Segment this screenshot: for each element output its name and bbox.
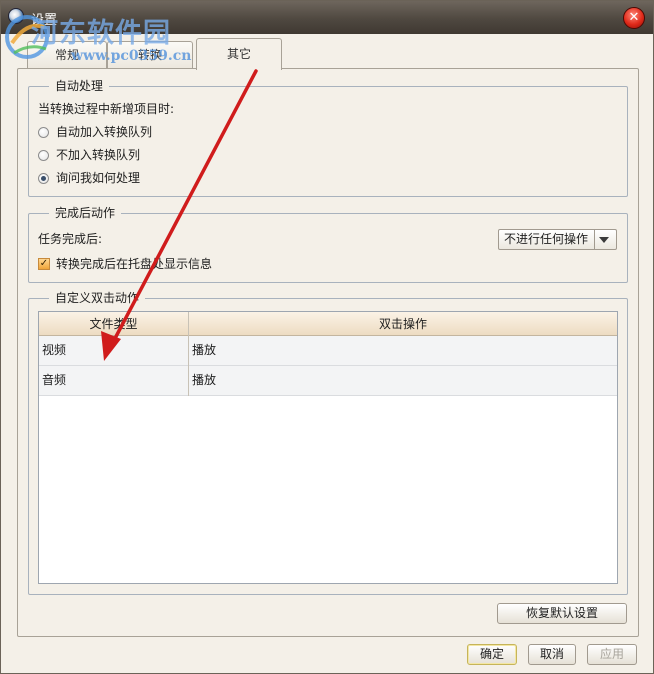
apply-button: 应用 xyxy=(587,644,637,665)
cancel-button[interactable]: 取消 xyxy=(528,644,576,665)
column-header-file-type[interactable]: 文件类型 xyxy=(39,312,188,336)
radio-ask-me-label[interactable]: 询问我如何处理 xyxy=(56,171,140,186)
title-bar[interactable]: 设置 ✕ xyxy=(1,1,653,34)
radio-auto-add[interactable] xyxy=(38,127,49,138)
window-title: 设置 xyxy=(31,13,58,28)
tray-info-label[interactable]: 转换完成后在托盘处显示信息 xyxy=(56,257,212,272)
radio-not-add-label[interactable]: 不加入转换队列 xyxy=(56,148,140,163)
auto-process-title: 自动处理 xyxy=(49,79,110,94)
table-cell-action[interactable]: 播放 xyxy=(189,366,617,395)
table-cell-file-type: 音频 xyxy=(42,373,67,387)
table-row[interactable]: 音频 播放 xyxy=(39,366,617,396)
settings-dialog: 设置 ✕ 常规 转换 其它 自动处理 当转换过程中新增项目时: 自动加入转换队列… xyxy=(0,0,654,674)
radio-not-add[interactable] xyxy=(38,150,49,161)
after-complete-action-value: 不进行任何操作 xyxy=(504,232,589,246)
tab-other[interactable]: 其它 xyxy=(196,38,282,70)
task-complete-label: 任务完成后: xyxy=(38,232,103,246)
tab-general[interactable]: 常规 xyxy=(27,41,107,69)
table-cell-action[interactable]: 播放 xyxy=(189,336,617,365)
tray-info-checkbox[interactable]: ✓ xyxy=(38,258,50,270)
after-complete-action-select[interactable]: 不进行任何操作 xyxy=(498,229,617,250)
radio-ask-me[interactable] xyxy=(38,173,49,184)
column-header-double-click-action[interactable]: 双击操作 xyxy=(189,312,617,336)
after-complete-title: 完成后动作 xyxy=(49,206,122,221)
double-click-table: 文件类型 双击操作 视频 播放 音频 播放 xyxy=(38,311,618,584)
chevron-down-icon[interactable] xyxy=(599,237,609,243)
column-divider[interactable] xyxy=(188,312,189,396)
new-item-prompt: 当转换过程中新增项目时: xyxy=(38,102,175,116)
close-button[interactable]: ✕ xyxy=(623,7,645,29)
radio-auto-add-label[interactable]: 自动加入转换队列 xyxy=(56,125,152,140)
combo-separator xyxy=(594,230,595,249)
double-click-title: 自定义双击动作 xyxy=(49,291,146,306)
ok-button[interactable]: 确定 xyxy=(467,644,517,665)
table-row[interactable]: 视频 播放 xyxy=(39,336,617,366)
restore-defaults-button[interactable]: 恢复默认设置 xyxy=(497,603,627,624)
app-icon xyxy=(8,8,24,24)
tab-convert[interactable]: 转换 xyxy=(107,41,193,69)
table-cell-file-type: 视频 xyxy=(42,343,67,357)
